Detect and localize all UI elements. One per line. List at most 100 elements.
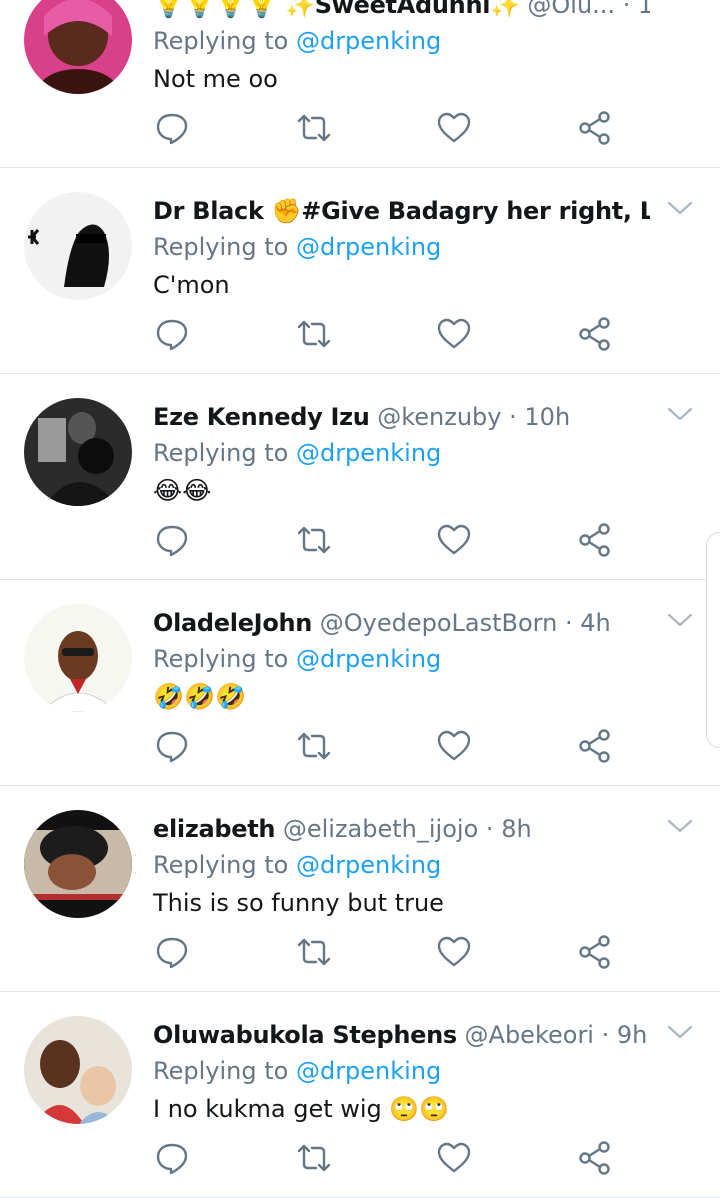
timestamp[interactable]: 10h — [524, 403, 570, 431]
replying-label: Replying to — [153, 851, 289, 879]
replying-label: Replying to — [153, 1057, 289, 1085]
tweet-item[interactable]: Eze Kennedy Izu @kenzuby · 10h Replying … — [0, 374, 720, 580]
heart-icon[interactable] — [436, 522, 472, 558]
display-name[interactable]: ✨SweetAdunni✨ — [285, 0, 520, 19]
share-icon[interactable] — [577, 934, 613, 970]
tweet-item[interactable]: Dr Black ✊#Give Badagry her right, L... … — [0, 168, 720, 374]
reply-icon[interactable] — [154, 728, 190, 764]
tweet-header: 💡💡💡💡 ✨SweetAdunni✨ @Olu... · 10h — [153, 0, 650, 22]
tweet-text: I no kukma get wig 🙄🙄 — [153, 1095, 450, 1123]
avatar[interactable] — [24, 0, 132, 94]
replying-label: Replying to — [153, 439, 289, 467]
tweet-text: This is so funny but true — [153, 889, 444, 917]
replying-label: Replying to — [153, 233, 289, 261]
retweet-icon[interactable] — [296, 1140, 332, 1176]
replying-to: Replying to @drpenking — [153, 436, 441, 470]
user-handle[interactable]: @elizabeth_ijojo — [283, 815, 478, 843]
action-bar — [0, 934, 720, 970]
replying-to: Replying to @drpenking — [153, 24, 441, 58]
timestamp[interactable]: 9h — [617, 1021, 647, 1049]
user-handle[interactable]: @kenzuby — [377, 403, 501, 431]
action-bar — [0, 316, 720, 352]
share-icon[interactable] — [577, 1140, 613, 1176]
reply-icon[interactable] — [154, 110, 190, 146]
tweet-text: Not me oo — [153, 65, 278, 93]
tweet-header: elizabeth @elizabeth_ijojo · 8h — [153, 812, 650, 846]
display-name[interactable]: Eze Kennedy Izu — [153, 403, 370, 431]
heart-icon[interactable] — [436, 110, 472, 146]
separator-dot: · — [509, 403, 517, 431]
separator-dot: · — [485, 815, 494, 843]
action-bar — [0, 522, 720, 558]
mention-link[interactable]: @drpenking — [296, 645, 441, 673]
chevron-down-icon[interactable] — [666, 816, 694, 836]
scroll-handle[interactable] — [706, 532, 720, 748]
mention-link[interactable]: @drpenking — [296, 27, 441, 55]
separator-dot: · — [564, 609, 573, 637]
heart-icon[interactable] — [436, 728, 472, 764]
share-icon[interactable] — [577, 522, 613, 558]
chevron-down-icon[interactable] — [666, 610, 694, 630]
heart-icon[interactable] — [436, 1140, 472, 1176]
tweet-text: 😂😂 — [153, 476, 212, 505]
mention-link[interactable]: @drpenking — [296, 851, 441, 879]
mention-link[interactable]: @drpenking — [296, 1057, 441, 1085]
tweet-text: C'mon — [153, 271, 230, 299]
reply-icon[interactable] — [154, 1140, 190, 1176]
display-name[interactable]: OladeleJohn — [153, 609, 312, 637]
action-bar — [0, 110, 720, 146]
tweet-item[interactable]: 💡💡💡💡 ✨SweetAdunni✨ @Olu... · 10h Replyin… — [0, 0, 720, 168]
share-icon[interactable] — [577, 728, 613, 764]
timestamp[interactable]: 10h — [638, 0, 650, 19]
replying-label: Replying to — [153, 27, 289, 55]
tweet-text: 🤣🤣🤣 — [153, 682, 247, 711]
bulb-icon: 💡💡💡💡 — [153, 0, 278, 19]
chevron-down-icon[interactable] — [666, 1022, 694, 1042]
avatar[interactable] — [24, 192, 132, 300]
mention-link[interactable]: @drpenking — [296, 439, 441, 467]
reply-icon[interactable] — [154, 934, 190, 970]
retweet-icon[interactable] — [296, 110, 332, 146]
retweet-icon[interactable] — [296, 728, 332, 764]
display-name[interactable]: Dr Black ✊#Give Badagry her right, L... — [153, 197, 650, 225]
share-icon[interactable] — [577, 110, 613, 146]
reply-icon[interactable] — [154, 522, 190, 558]
avatar[interactable] — [24, 604, 132, 712]
replying-to: Replying to @drpenking — [153, 642, 441, 676]
retweet-icon[interactable] — [296, 316, 332, 352]
replying-to: Replying to @drpenking — [153, 848, 441, 882]
mention-link[interactable]: @drpenking — [296, 233, 441, 261]
reply-icon[interactable] — [154, 316, 190, 352]
retweet-icon[interactable] — [296, 522, 332, 558]
timestamp[interactable]: 4h — [580, 609, 610, 637]
replying-to: Replying to @drpenking — [153, 1054, 441, 1088]
tweet-header: OladeleJohn @OyedepoLastBorn · 4h — [153, 606, 650, 640]
separator-dot: · — [622, 0, 631, 19]
tweet-header: Dr Black ✊#Give Badagry her right, L... … — [153, 194, 650, 228]
retweet-icon[interactable] — [296, 934, 332, 970]
display-name[interactable]: Oluwabukola Stephens — [153, 1021, 457, 1049]
heart-icon[interactable] — [436, 934, 472, 970]
replying-label: Replying to — [153, 645, 289, 673]
separator-dot: · — [601, 1021, 610, 1049]
user-handle[interactable]: @Olu... — [527, 0, 615, 19]
reply-feed: 💡💡💡💡 ✨SweetAdunni✨ @Olu... · 10h Replyin… — [0, 0, 720, 1198]
tweet-header: Oluwabukola Stephens @Abekeori · 9h — [153, 1018, 650, 1052]
avatar[interactable] — [24, 398, 132, 506]
avatar[interactable] — [24, 1016, 132, 1124]
avatar[interactable] — [24, 810, 132, 918]
user-handle[interactable]: @OyedepoLastBorn — [320, 609, 558, 637]
tweet-item[interactable]: OladeleJohn @OyedepoLastBorn · 4h Replyi… — [0, 580, 720, 786]
display-name[interactable]: elizabeth — [153, 815, 276, 843]
action-bar — [0, 728, 720, 764]
chevron-down-icon[interactable] — [666, 198, 694, 218]
user-handle[interactable]: @Abekeori — [465, 1021, 594, 1049]
replying-to: Replying to @drpenking — [153, 230, 441, 264]
chevron-down-icon[interactable] — [666, 404, 694, 424]
tweet-item[interactable]: elizabeth @elizabeth_ijojo · 8h Replying… — [0, 786, 720, 992]
tweet-item[interactable]: Oluwabukola Stephens @Abekeori · 9h Repl… — [0, 992, 720, 1198]
heart-icon[interactable] — [436, 316, 472, 352]
action-bar — [0, 1140, 720, 1176]
share-icon[interactable] — [577, 316, 613, 352]
timestamp[interactable]: 8h — [501, 815, 531, 843]
